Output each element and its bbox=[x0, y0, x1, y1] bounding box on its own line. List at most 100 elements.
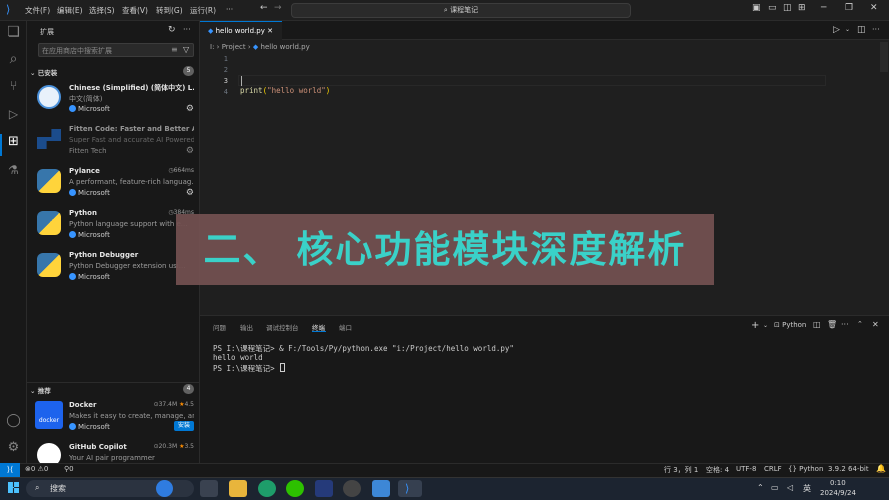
wechat-icon[interactable] bbox=[286, 480, 304, 497]
extensions-icon[interactable]: ⊞ bbox=[0, 134, 27, 158]
toggle-sidebar-icon[interactable]: ▣ bbox=[752, 3, 761, 13]
refresh-icon[interactable]: ↻ bbox=[168, 25, 176, 35]
panel-tab-ports[interactable]: 端口 bbox=[339, 322, 352, 332]
new-terminal-icon[interactable]: + bbox=[751, 320, 759, 331]
line-endings[interactable]: CRLF bbox=[764, 465, 782, 473]
taskbar-search-icon: ⌕ bbox=[35, 483, 40, 492]
panel-more-icon[interactable]: ··· bbox=[841, 320, 849, 329]
code-line-4[interactable]: print("hello world") bbox=[240, 86, 330, 95]
filter-icon[interactable]: ▽ bbox=[183, 45, 189, 54]
terminal-shell[interactable]: ⊡ Python bbox=[774, 321, 806, 329]
file-explorer-icon[interactable] bbox=[229, 480, 247, 497]
tray-chevron-icon[interactable]: ⌃ bbox=[757, 483, 764, 492]
extension-item[interactable]: Fitten Code: Faster and Better AI ... Su… bbox=[27, 121, 200, 163]
cursor-position[interactable]: 行 3，列 1 bbox=[664, 465, 698, 475]
encoding[interactable]: UTF-8 bbox=[736, 465, 756, 473]
split-terminal-icon[interactable]: ◫ bbox=[813, 320, 821, 329]
account-icon[interactable]: ◯ bbox=[0, 413, 27, 437]
recommended-section-header[interactable]: ⌄ 推荐 bbox=[30, 385, 51, 395]
ports-indicator[interactable]: ⚲0 bbox=[64, 465, 74, 473]
mail-icon[interactable] bbox=[372, 480, 390, 497]
breadcrumb: I: › Project › ◆ hello world.py bbox=[210, 43, 310, 51]
extension-item[interactable]: Python ◷384ms Python language support wi… bbox=[27, 205, 200, 247]
maximize-panel-icon[interactable]: ⌃ bbox=[857, 320, 863, 328]
indentation[interactable]: 空格: 4 bbox=[706, 465, 729, 475]
code-function: print bbox=[240, 86, 263, 95]
extension-search-placeholder: 在应用商店中搜索扩展 bbox=[42, 47, 112, 55]
explorer-icon[interactable]: ❏ bbox=[0, 24, 27, 48]
extension-item[interactable]: Python Debugger Python Debugger extensio… bbox=[27, 247, 200, 289]
python-interpreter[interactable]: 3.9.2 64-bit bbox=[828, 465, 869, 473]
breadcrumb-drive[interactable]: I: bbox=[210, 43, 214, 51]
obs-icon[interactable] bbox=[343, 480, 361, 497]
back-arrow-icon[interactable]: ← bbox=[260, 3, 268, 13]
problems-indicator[interactable]: ⊗0 ⚠0 bbox=[25, 465, 48, 473]
terminal-dropdown-icon[interactable]: ⌄ bbox=[763, 322, 768, 329]
extension-gear-icon[interactable]: ⚙ bbox=[186, 146, 194, 156]
app-icon[interactable] bbox=[315, 480, 333, 497]
input-method[interactable]: 英 bbox=[803, 483, 811, 494]
clock-time[interactable]: 0:10 bbox=[830, 479, 846, 487]
extension-item[interactable]: docker Docker ⊙37.4M ★4.5 Makes it easy … bbox=[27, 397, 200, 439]
tab-hello-world[interactable]: ◆ hello world.py ✕ bbox=[200, 21, 282, 40]
extension-gear-icon[interactable]: ⚙ bbox=[186, 188, 194, 198]
maximize-icon[interactable]: ❐ bbox=[845, 3, 853, 13]
task-view-icon[interactable] bbox=[200, 480, 218, 497]
tab-close-icon[interactable]: ✕ bbox=[267, 27, 273, 35]
manage-gear-icon[interactable]: ⚙ bbox=[0, 440, 27, 464]
breadcrumb-folder[interactable]: Project bbox=[222, 43, 246, 51]
extension-publisher: Microsoft bbox=[69, 273, 110, 281]
kill-terminal-icon[interactable]: 🗑 bbox=[827, 320, 837, 329]
toggle-panel-icon[interactable]: ▭ bbox=[768, 3, 777, 13]
minimap-slider[interactable] bbox=[880, 42, 888, 72]
notifications-bell-icon[interactable]: 🔔 bbox=[876, 464, 886, 473]
testing-icon[interactable]: ⚗ bbox=[0, 163, 27, 187]
menu-more[interactable]: ··· bbox=[226, 5, 233, 14]
volume-icon[interactable]: ◁ bbox=[787, 483, 793, 492]
installed-label: 已安装 bbox=[37, 69, 58, 77]
close-panel-icon[interactable]: ✕ bbox=[872, 320, 879, 329]
source-control-icon[interactable]: ⑂ bbox=[0, 79, 27, 103]
run-debug-icon[interactable]: ▷ bbox=[0, 107, 27, 131]
command-center-search[interactable]: ⌕ 课程笔记 bbox=[291, 3, 631, 18]
extension-gear-icon[interactable]: ⚙ bbox=[186, 104, 194, 114]
remote-indicator-icon[interactable]: ⟩⟨ bbox=[0, 463, 20, 477]
menu-selection[interactable]: 选择(S) bbox=[89, 5, 115, 16]
close-icon[interactable]: ✕ bbox=[870, 3, 878, 13]
layout-icon[interactable]: ⊞ bbox=[798, 3, 806, 13]
clock-date[interactable]: 2024/9/24 bbox=[820, 489, 856, 497]
copilot-logo-icon bbox=[37, 443, 61, 463]
installed-section-header[interactable]: ⌄ 已安装 bbox=[30, 67, 57, 77]
extension-item[interactable]: GitHub Copilot ⊙20.3M ★3.5 Your AI pair … bbox=[27, 439, 200, 463]
menu-view[interactable]: 查看(V) bbox=[122, 5, 148, 16]
language-mode[interactable]: {} Python bbox=[788, 465, 823, 473]
toggle-aux-bar-icon[interactable]: ◫ bbox=[783, 3, 792, 13]
extension-item[interactable]: Chinese (Simplified) (简体中文) L... 中文(简体) … bbox=[27, 79, 200, 121]
menu-goto[interactable]: 转到(G) bbox=[156, 5, 183, 16]
edge-browser-icon[interactable] bbox=[258, 480, 276, 497]
breadcrumb-file[interactable]: hello world.py bbox=[261, 43, 310, 51]
editor-more-icon[interactable]: ··· bbox=[872, 25, 880, 34]
panel-tab-problems[interactable]: 问题 bbox=[213, 322, 226, 332]
text-cursor bbox=[241, 76, 242, 86]
line-number: 3 bbox=[223, 77, 228, 85]
install-button[interactable]: 安装 bbox=[174, 421, 194, 431]
menu-file[interactable]: 文件(F) bbox=[25, 5, 50, 16]
run-python-icon[interactable]: ▷ bbox=[833, 25, 840, 35]
run-dropdown-icon[interactable]: ⌄ bbox=[845, 26, 850, 33]
network-icon[interactable]: ▭ bbox=[771, 483, 779, 492]
menu-edit[interactable]: 编辑(E) bbox=[57, 5, 83, 16]
forward-arrow-icon[interactable]: → bbox=[274, 3, 282, 13]
panel-tab-output[interactable]: 输出 bbox=[240, 322, 253, 332]
search-icon[interactable]: ⌕ bbox=[0, 51, 27, 75]
clear-filter-icon[interactable]: ≡ bbox=[171, 45, 178, 54]
panel-tab-debug-console[interactable]: 调试控制台 bbox=[266, 322, 299, 332]
more-actions-icon[interactable]: ··· bbox=[183, 25, 191, 34]
menu-run[interactable]: 运行(R) bbox=[190, 5, 216, 16]
terminal-line[interactable]: PS I:\课程笔记> bbox=[213, 363, 279, 374]
minimize-icon[interactable]: ─ bbox=[821, 3, 826, 13]
extension-item[interactable]: Pylance ◷664ms A performant, feature-ric… bbox=[27, 163, 200, 205]
split-editor-icon[interactable]: ◫ bbox=[857, 25, 866, 35]
vscode-taskbar-icon[interactable] bbox=[398, 480, 422, 497]
search-highlight-icon[interactable] bbox=[156, 480, 173, 497]
